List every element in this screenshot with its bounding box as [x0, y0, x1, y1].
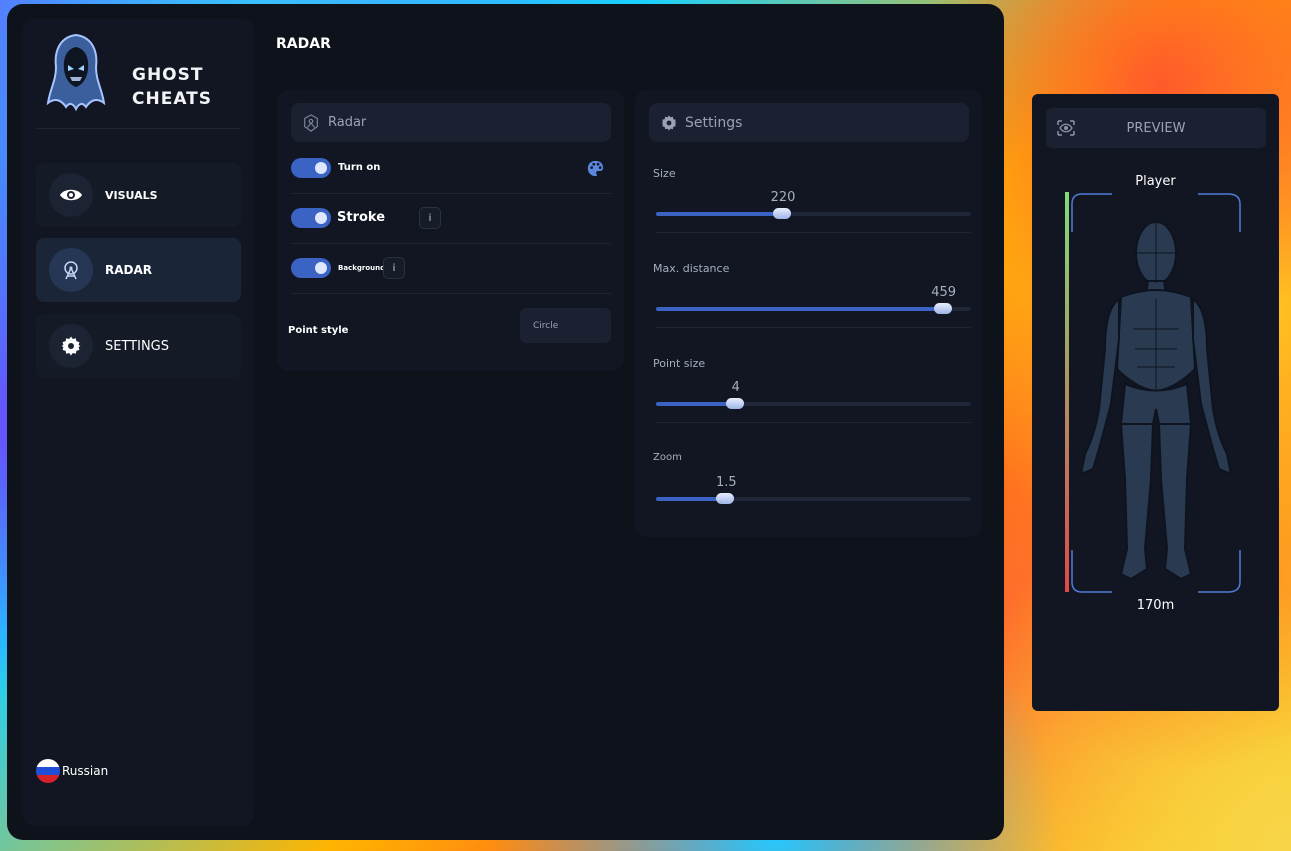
- health-bar: [1065, 192, 1069, 592]
- sidebar-item-label: VISUALS: [105, 188, 158, 202]
- slider-value: 459: [931, 285, 957, 300]
- background-info-button[interactable]: i: [383, 257, 405, 279]
- slider-track[interactable]: [656, 208, 971, 219]
- slider-thumb[interactable]: [716, 493, 735, 504]
- slider-fill: [656, 307, 943, 311]
- slider-fill: [656, 497, 726, 501]
- slider-track[interactable]: [656, 303, 971, 314]
- slider-fill: [656, 212, 782, 216]
- slider-fill: [656, 402, 735, 406]
- stroke-toggle[interactable]: [291, 208, 331, 228]
- slider-track[interactable]: [656, 493, 971, 504]
- preview-title: PREVIEW: [1126, 120, 1186, 136]
- turn-on-toggle[interactable]: [291, 158, 331, 178]
- eye-icon: [49, 173, 93, 217]
- radar-card-title: Radar: [328, 115, 367, 130]
- settings-card-header: Settings: [649, 103, 969, 142]
- settings-card-title: Settings: [685, 114, 743, 131]
- stroke-label: Stroke: [337, 210, 386, 225]
- sidebar: GHOST CHEATS VISUALS RADAR SETTINGS Russ…: [22, 19, 254, 826]
- sidebar-item-label: SETTINGS: [105, 338, 170, 354]
- preview-panel: PREVIEW Player 170m: [1032, 94, 1279, 711]
- ghost-logo-icon: [46, 33, 106, 111]
- slider-value: 4: [731, 380, 740, 395]
- sidebar-divider: [36, 128, 241, 129]
- point-style-select[interactable]: Circle: [520, 308, 611, 343]
- gear-icon: [49, 324, 93, 368]
- background-label: Background: [338, 264, 386, 272]
- player-name-label: Player: [1135, 174, 1176, 189]
- turn-on-label: Turn on: [338, 162, 381, 173]
- palette-icon[interactable]: [587, 160, 604, 177]
- point-style-label: Point style: [288, 325, 349, 336]
- radar-icon: [304, 113, 318, 132]
- slider-label: Size: [653, 167, 676, 180]
- stroke-info-button[interactable]: i: [419, 207, 441, 229]
- row-divider: [291, 243, 611, 244]
- background-toggle[interactable]: [291, 258, 331, 278]
- player-distance-label: 170m: [1136, 598, 1175, 613]
- slider-value: 220: [770, 190, 796, 205]
- language-selector[interactable]: Russian: [36, 759, 108, 783]
- sidebar-item-settings[interactable]: SETTINGS: [36, 314, 241, 378]
- row-divider: [656, 232, 971, 233]
- page-title: RADAR: [276, 36, 331, 52]
- sidebar-item-visuals[interactable]: VISUALS: [36, 163, 241, 227]
- sidebar-item-radar[interactable]: RADAR: [36, 238, 241, 302]
- radar-card: Radar Turn on Stroke i Background i Poin…: [277, 90, 624, 371]
- row-divider: [656, 422, 971, 423]
- brand-name: GHOST CHEATS: [132, 63, 212, 111]
- row-divider: [291, 293, 611, 294]
- russia-flag-icon: [36, 759, 60, 783]
- preview-header: PREVIEW: [1046, 108, 1266, 148]
- brand-line-2: CHEATS: [132, 89, 212, 109]
- slider-label: Zoom: [653, 452, 682, 463]
- brand-line-1: GHOST: [132, 65, 204, 85]
- cheat-menu-window: GHOST CHEATS VISUALS RADAR SETTINGS Russ…: [7, 4, 1004, 840]
- radar-icon: [49, 248, 93, 292]
- sidebar-item-label: RADAR: [105, 263, 153, 277]
- language-label: Russian: [62, 764, 109, 778]
- settings-card: Settings Size 220 Max. distance 459 Point si…: [635, 90, 982, 537]
- gear-icon: [661, 114, 677, 131]
- slider-thumb[interactable]: [773, 208, 791, 219]
- slider-value: 1.5: [715, 475, 737, 490]
- slider-track[interactable]: [656, 398, 971, 409]
- row-divider: [291, 193, 611, 194]
- player-model-icon: [1079, 221, 1233, 581]
- slider-label: Point size: [653, 357, 706, 370]
- slider-thumb[interactable]: [933, 303, 952, 314]
- row-divider: [656, 327, 971, 328]
- slider-thumb[interactable]: [725, 398, 744, 409]
- radar-card-header: Radar: [291, 103, 611, 142]
- slider-label: Max. distance: [653, 262, 730, 275]
